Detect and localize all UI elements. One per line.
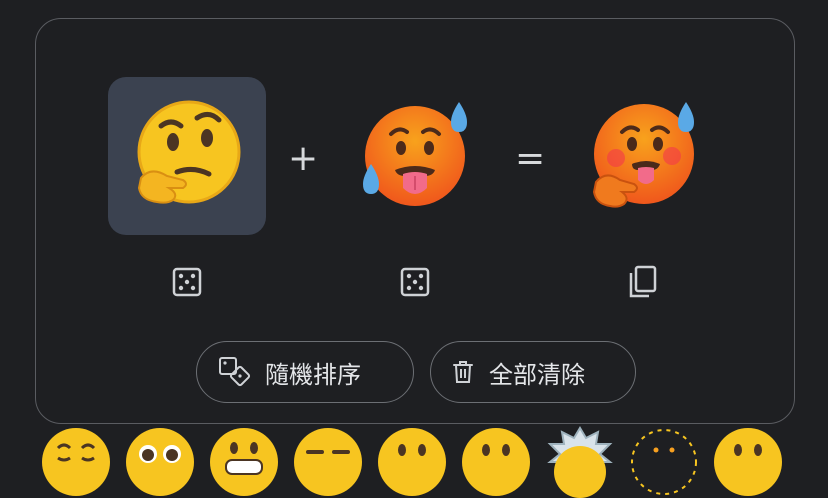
randomize-second-button[interactable] — [398, 265, 432, 299]
hot-face-emoji — [363, 102, 467, 206]
relieved-face-icon[interactable] — [40, 426, 112, 498]
dotted-line-face-icon[interactable] — [628, 426, 700, 498]
thinking-face-emoji — [137, 100, 241, 204]
dice-icon — [400, 267, 430, 297]
plus-symbol: + — [288, 138, 319, 179]
emoji-mixer-card: + = 隨機排序 全部清除 — [35, 18, 795, 424]
clear-all-label: 全部清除 — [489, 360, 585, 389]
pleading-face-icon[interactable] — [124, 426, 196, 498]
shuffle-label: 隨機排序 — [265, 360, 361, 389]
shuffle-dice-icon — [219, 357, 251, 387]
randomize-first-button[interactable] — [170, 265, 204, 299]
trash-icon — [453, 361, 473, 383]
expressionless-face-icon[interactable] — [292, 426, 364, 498]
copy-result-button[interactable] — [625, 265, 659, 299]
first-emoji-slot[interactable] — [108, 77, 266, 235]
mashup-result-emoji — [592, 102, 694, 208]
dice-icon — [172, 267, 202, 297]
result-emoji-slot — [563, 77, 721, 235]
exploding-head-icon[interactable] — [544, 426, 616, 498]
second-emoji-slot[interactable] — [336, 77, 494, 235]
face-without-mouth-icon[interactable] — [376, 426, 448, 498]
equals-symbol: = — [515, 138, 546, 179]
neutral-face-icon[interactable] — [460, 426, 532, 498]
clear-all-button[interactable]: 全部清除 — [430, 341, 636, 403]
grimacing-face-icon[interactable] — [208, 426, 280, 498]
zipper-mouth-face-icon[interactable] — [712, 426, 784, 498]
shuffle-button[interactable]: 隨機排序 — [196, 341, 414, 403]
copy-icon — [629, 265, 657, 298]
